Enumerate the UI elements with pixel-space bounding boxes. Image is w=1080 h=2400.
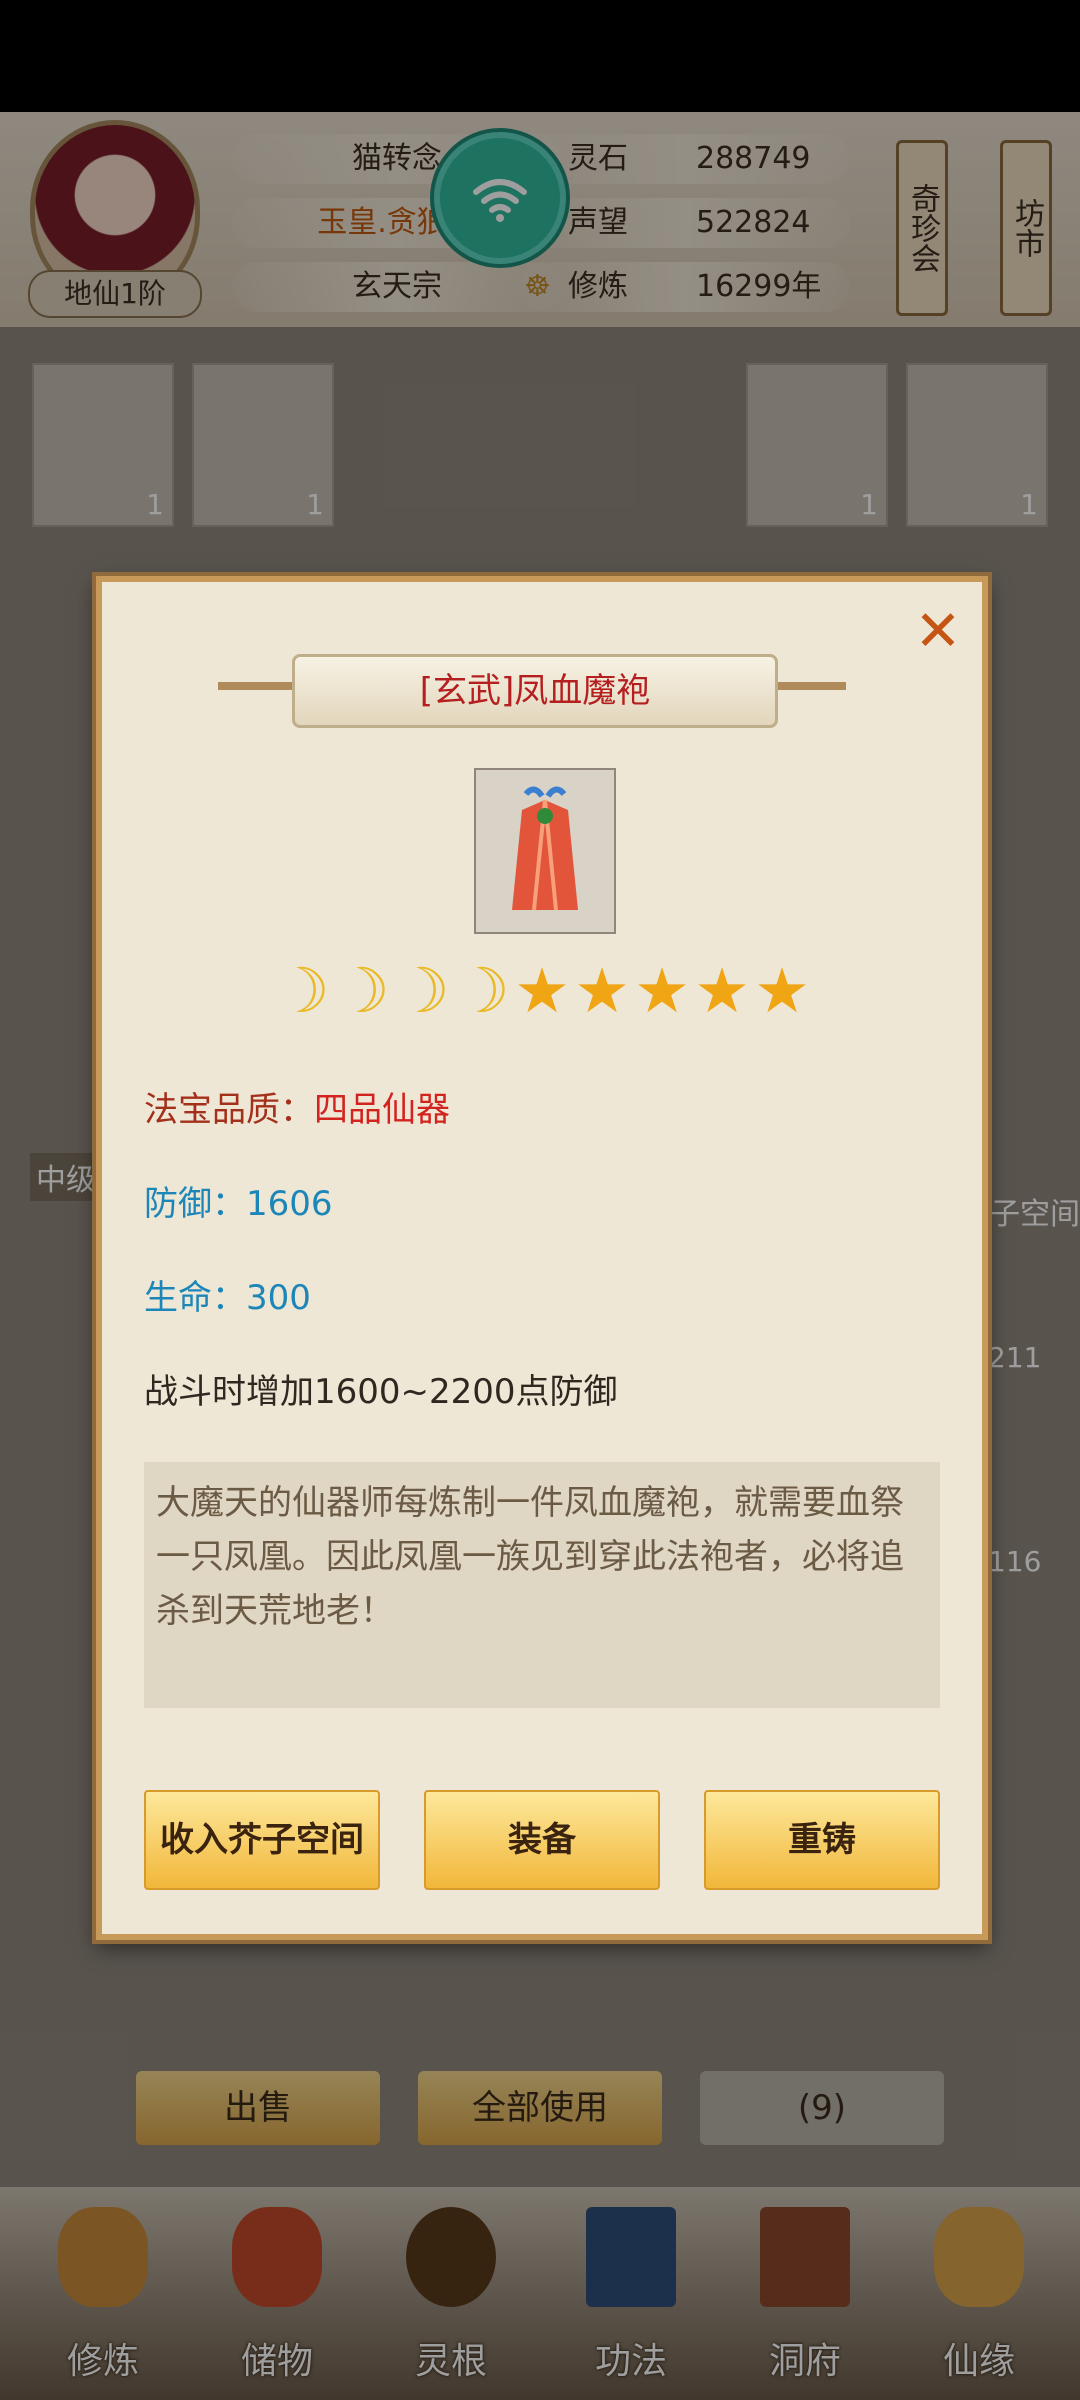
moon-icon: ☽ — [394, 954, 450, 1027]
star-icon: ★ — [574, 954, 630, 1027]
life-stat: 生命：300 — [144, 1278, 311, 1318]
effect-text: 战斗时增加1600~2200点防御 — [144, 1372, 618, 1412]
store-button[interactable]: 收入芥子空间 — [144, 1790, 380, 1890]
quality-label: 法宝品质： — [144, 1090, 314, 1130]
item-title: [玄武]凤血魔袍 — [292, 654, 778, 728]
item-detail-dialog: ✕ [玄武]凤血魔袍 ☽ ☽ ☽ ☽ ★ ★ ★ ★ ★ 法宝品质：四品仙器 防… — [96, 576, 988, 1940]
reforge-button[interactable]: 重铸 — [704, 1790, 940, 1890]
star-icon: ★ — [754, 954, 810, 1027]
moon-icon: ☽ — [274, 954, 330, 1027]
moon-icon: ☽ — [454, 954, 510, 1027]
moon-icon: ☽ — [334, 954, 390, 1027]
quality-value: 四品仙器 — [314, 1090, 450, 1130]
item-image — [474, 768, 616, 934]
star-rating: ☽ ☽ ☽ ☽ ★ ★ ★ ★ ★ — [272, 956, 812, 1026]
defense-stat: 防御：1606 — [144, 1184, 333, 1224]
equip-button[interactable]: 装备 — [424, 1790, 660, 1890]
close-icon[interactable]: ✕ — [908, 602, 968, 662]
title-ornament-right — [766, 682, 846, 690]
item-description: 大魔天的仙器师每炼制一件凤血魔袍，就需要血祭一只凤凰。因此凤凰一族见到穿此法袍者… — [144, 1462, 940, 1708]
star-icon: ★ — [634, 954, 690, 1027]
star-icon: ★ — [694, 954, 750, 1027]
star-icon: ★ — [514, 954, 570, 1027]
title-ornament-left — [218, 682, 298, 690]
quality-row: 法宝品质：四品仙器 — [144, 1082, 450, 1131]
robe-icon — [476, 770, 614, 932]
